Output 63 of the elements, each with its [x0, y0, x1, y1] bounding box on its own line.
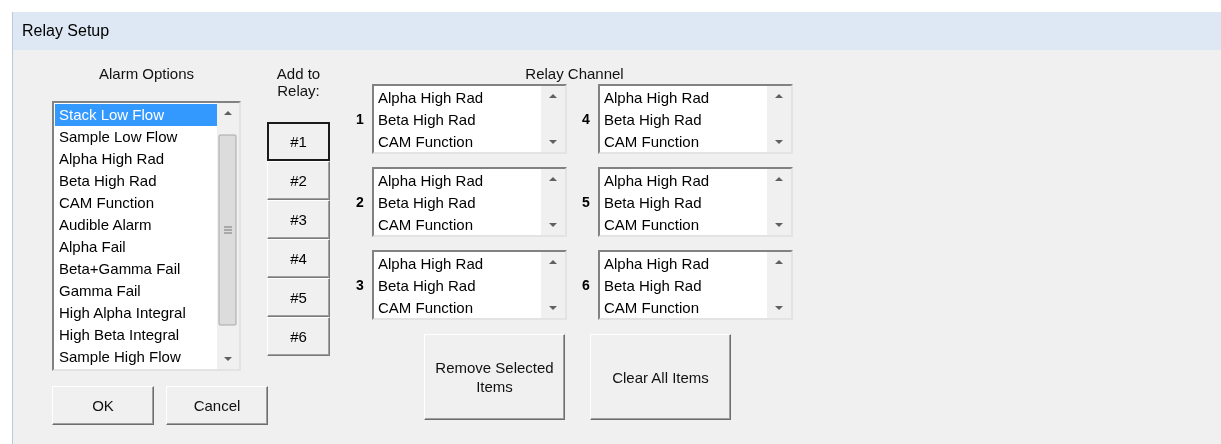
cancel-button[interactable]: Cancel [166, 386, 268, 425]
ok-button[interactable]: OK [52, 386, 154, 425]
channel-number: 4 [582, 111, 591, 127]
relay-button[interactable]: #4 [267, 239, 330, 278]
alarm-options-label: Alarm Options [97, 65, 195, 82]
list-item[interactable]: Beta High Rad [374, 192, 541, 214]
relay-button[interactable]: #1 [267, 122, 330, 161]
relay-button[interactable]: #2 [267, 161, 330, 200]
list-item[interactable]: Alpha High Rad [600, 170, 767, 192]
relay-channel-list[interactable]: Alpha High Rad Beta High Rad CAM Function [372, 250, 567, 320]
list-item[interactable]: Alpha High Rad [55, 148, 217, 170]
channel-number: 3 [356, 277, 365, 293]
list-item[interactable]: Beta High Rad [600, 192, 767, 214]
relay-channel-list[interactable]: Alpha High Rad Beta High Rad CAM Function [372, 84, 567, 154]
scrollbar-icon[interactable] [541, 86, 565, 152]
list-item[interactable]: Beta+Gamma Fail [55, 258, 217, 280]
alarm-options-list[interactable]: Stack Low Flow Sample Low Flow Alpha High Rad Beta High Rad CAM Function Audible Alarm Alpha Fail Beta+Gamma Fail Gamma Fail High Alpha Integral High Beta Integral Sample High Flow [52, 101, 241, 371]
clear-all-button[interactable]: Clear All Items [590, 334, 731, 420]
relay-channel-list[interactable]: Alpha High Rad Beta High Rad CAM Function [372, 167, 567, 237]
list-item[interactable]: Beta High Rad [374, 275, 541, 297]
list-item[interactable]: CAM Function [600, 131, 767, 153]
scrollbar-icon[interactable] [541, 169, 565, 235]
channel-number: 2 [356, 194, 365, 210]
list-item[interactable]: CAM Function [600, 297, 767, 319]
list-item[interactable]: Beta High Rad [374, 109, 541, 131]
relay-button[interactable]: #3 [267, 200, 330, 239]
relay-channel-label: Relay Channel [524, 65, 625, 82]
add-to-relay-label: Add to Relay: [275, 65, 322, 99]
scrollbar-icon[interactable] [217, 103, 239, 369]
list-item[interactable]: Alpha Fail [55, 236, 217, 258]
list-item[interactable]: Beta High Rad [55, 170, 217, 192]
channel-number: 1 [356, 111, 365, 127]
window-title: Relay Setup [13, 12, 1221, 50]
list-item[interactable]: Alpha High Rad [374, 170, 541, 192]
list-item[interactable]: Sample High Flow [55, 346, 217, 368]
list-item[interactable]: Audible Alarm [55, 214, 217, 236]
remove-selected-button[interactable]: Remove Selected Items [424, 334, 565, 420]
list-item[interactable]: CAM Function [374, 131, 541, 153]
scrollbar-icon[interactable] [541, 252, 565, 318]
relay-button[interactable]: #5 [267, 278, 330, 317]
relay-button[interactable]: #6 [267, 317, 330, 356]
channel-number: 5 [582, 194, 591, 210]
relay-channel-list[interactable]: Alpha High Rad Beta High Rad CAM Function [598, 250, 793, 320]
list-item[interactable]: Alpha High Rad [600, 253, 767, 275]
list-item[interactable]: Beta High Rad [600, 275, 767, 297]
list-item[interactable]: Beta High Rad [600, 109, 767, 131]
list-item[interactable]: CAM Function [374, 214, 541, 236]
list-item[interactable]: Gamma Fail [55, 280, 217, 302]
list-item[interactable]: CAM Function [600, 214, 767, 236]
list-item[interactable]: CAM Function [374, 297, 541, 319]
list-item[interactable]: High Alpha Integral [55, 302, 217, 324]
relay-channel-list[interactable]: Alpha High Rad Beta High Rad CAM Function [598, 167, 793, 237]
list-item[interactable]: High Beta Integral [55, 324, 217, 346]
list-item[interactable]: Alpha High Rad [600, 87, 767, 109]
scrollbar-icon[interactable] [767, 252, 791, 318]
list-item[interactable]: Alpha High Rad [374, 87, 541, 109]
list-item[interactable]: Alpha High Rad [374, 253, 541, 275]
list-item[interactable]: CAM Function [55, 192, 217, 214]
channel-number: 6 [582, 277, 591, 293]
scrollbar-icon[interactable] [767, 169, 791, 235]
scrollbar-icon[interactable] [767, 86, 791, 152]
relay-channel-list[interactable]: Alpha High Rad Beta High Rad CAM Function [598, 84, 793, 154]
list-item[interactable]: Sample Low Flow [55, 126, 217, 148]
